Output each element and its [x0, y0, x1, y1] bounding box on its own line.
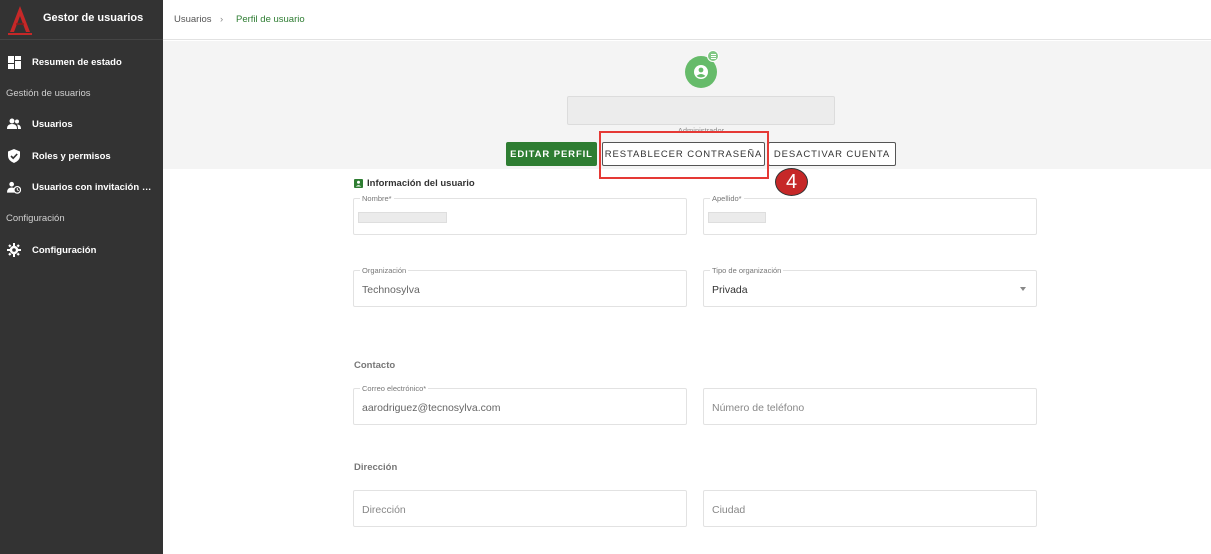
edit-profile-button[interactable]: EDITAR PERFIL [506, 142, 597, 166]
section-user-info: Información del usuario [354, 178, 475, 189]
organizacion-value: Technosylva [362, 284, 420, 296]
dashboard-icon [7, 55, 21, 69]
chevron-down-icon [1020, 287, 1026, 291]
breadcrumb-usuarios[interactable]: Usuarios [174, 14, 212, 25]
sidebar-item-label: Resumen de estado [32, 56, 122, 68]
sidebar-item-configuracion[interactable]: Configuración [0, 239, 163, 261]
app-title: Gestor de usuarios [43, 12, 144, 24]
apellido-value-redacted [708, 212, 766, 223]
nombre-field[interactable]: Nombre* [353, 194, 687, 235]
sidebar-item-usuarios[interactable]: Usuarios [0, 113, 163, 135]
section-contact: Contacto [354, 360, 396, 371]
sidebar-item-label: Usuarios con invitación pe... [32, 181, 157, 193]
contact-card-icon [354, 179, 363, 188]
section-address: Dirección [354, 462, 398, 473]
sidebar-item-resumen-de-estado[interactable]: Resumen de estado [0, 51, 163, 73]
topbar: Usuarios › Perfil de usuario [163, 0, 1211, 40]
person-clock-icon [7, 180, 21, 194]
user-name-display [567, 96, 835, 125]
shield-check-icon [7, 149, 21, 163]
apellido-field[interactable]: Apellido* [703, 194, 1037, 235]
email-value: aarodriguez@tecnosylva.com [362, 402, 501, 414]
reset-password-button[interactable]: RESTABLECER CONTRASEÑA [602, 142, 765, 166]
organizacion-label: Organización [360, 266, 409, 275]
sidebar-section-gestion: Gestión de usuarios [6, 88, 91, 99]
people-icon [7, 117, 21, 131]
sidebar-item-roles-y-permisos[interactable]: Roles y permisos [0, 145, 163, 167]
apellido-label: Apellido* [710, 194, 744, 203]
sidebar-item-label: Configuración [32, 244, 97, 256]
tipo-organizacion-value: Privada [712, 284, 748, 296]
sidebar-section-configuracion: Configuración [6, 213, 65, 224]
phone-field[interactable]: Número de teléfono [703, 388, 1037, 425]
city-field[interactable]: Ciudad [703, 490, 1037, 527]
sidebar-item-label: Roles y permisos [32, 150, 111, 162]
organizacion-field[interactable]: Organización Technosylva [353, 266, 687, 307]
breadcrumb-separator: › [220, 14, 224, 25]
nombre-value-redacted [358, 212, 447, 223]
sidebar: Gestor de usuarios Resumen de estado Ges… [0, 0, 163, 554]
address-field[interactable]: Dirección [353, 490, 687, 527]
email-field[interactable]: Correo electrónico* aarodriguez@tecnosyl… [353, 384, 687, 425]
gear-icon [7, 243, 21, 257]
app-logo-icon [8, 6, 32, 35]
address-placeholder: Dirección [362, 504, 406, 516]
list-icon [710, 53, 716, 59]
step-marker: 4 [775, 168, 808, 196]
tipo-organizacion-label: Tipo de organización [710, 266, 784, 275]
nombre-label: Nombre* [360, 194, 394, 203]
email-label: Correo electrónico* [360, 384, 429, 393]
user-role: Administrador [677, 126, 725, 135]
city-placeholder: Ciudad [712, 504, 746, 516]
deactivate-account-button[interactable]: DESACTIVAR CUENTA [768, 142, 896, 166]
avatar-edit-badge[interactable] [707, 50, 719, 62]
breadcrumb-perfil-de-usuario: Perfil de usuario [236, 14, 305, 25]
sidebar-item-usuarios-invitacion[interactable]: Usuarios con invitación pe... [0, 176, 163, 198]
sidebar-brand: Gestor de usuarios [0, 0, 163, 40]
sidebar-item-label: Usuarios [32, 118, 73, 130]
tipo-organizacion-select[interactable]: Tipo de organización Privada [703, 266, 1037, 307]
phone-placeholder: Número de teléfono [712, 402, 805, 414]
account-circle-icon [694, 65, 708, 79]
section-user-info-title: Información del usuario [367, 178, 475, 189]
